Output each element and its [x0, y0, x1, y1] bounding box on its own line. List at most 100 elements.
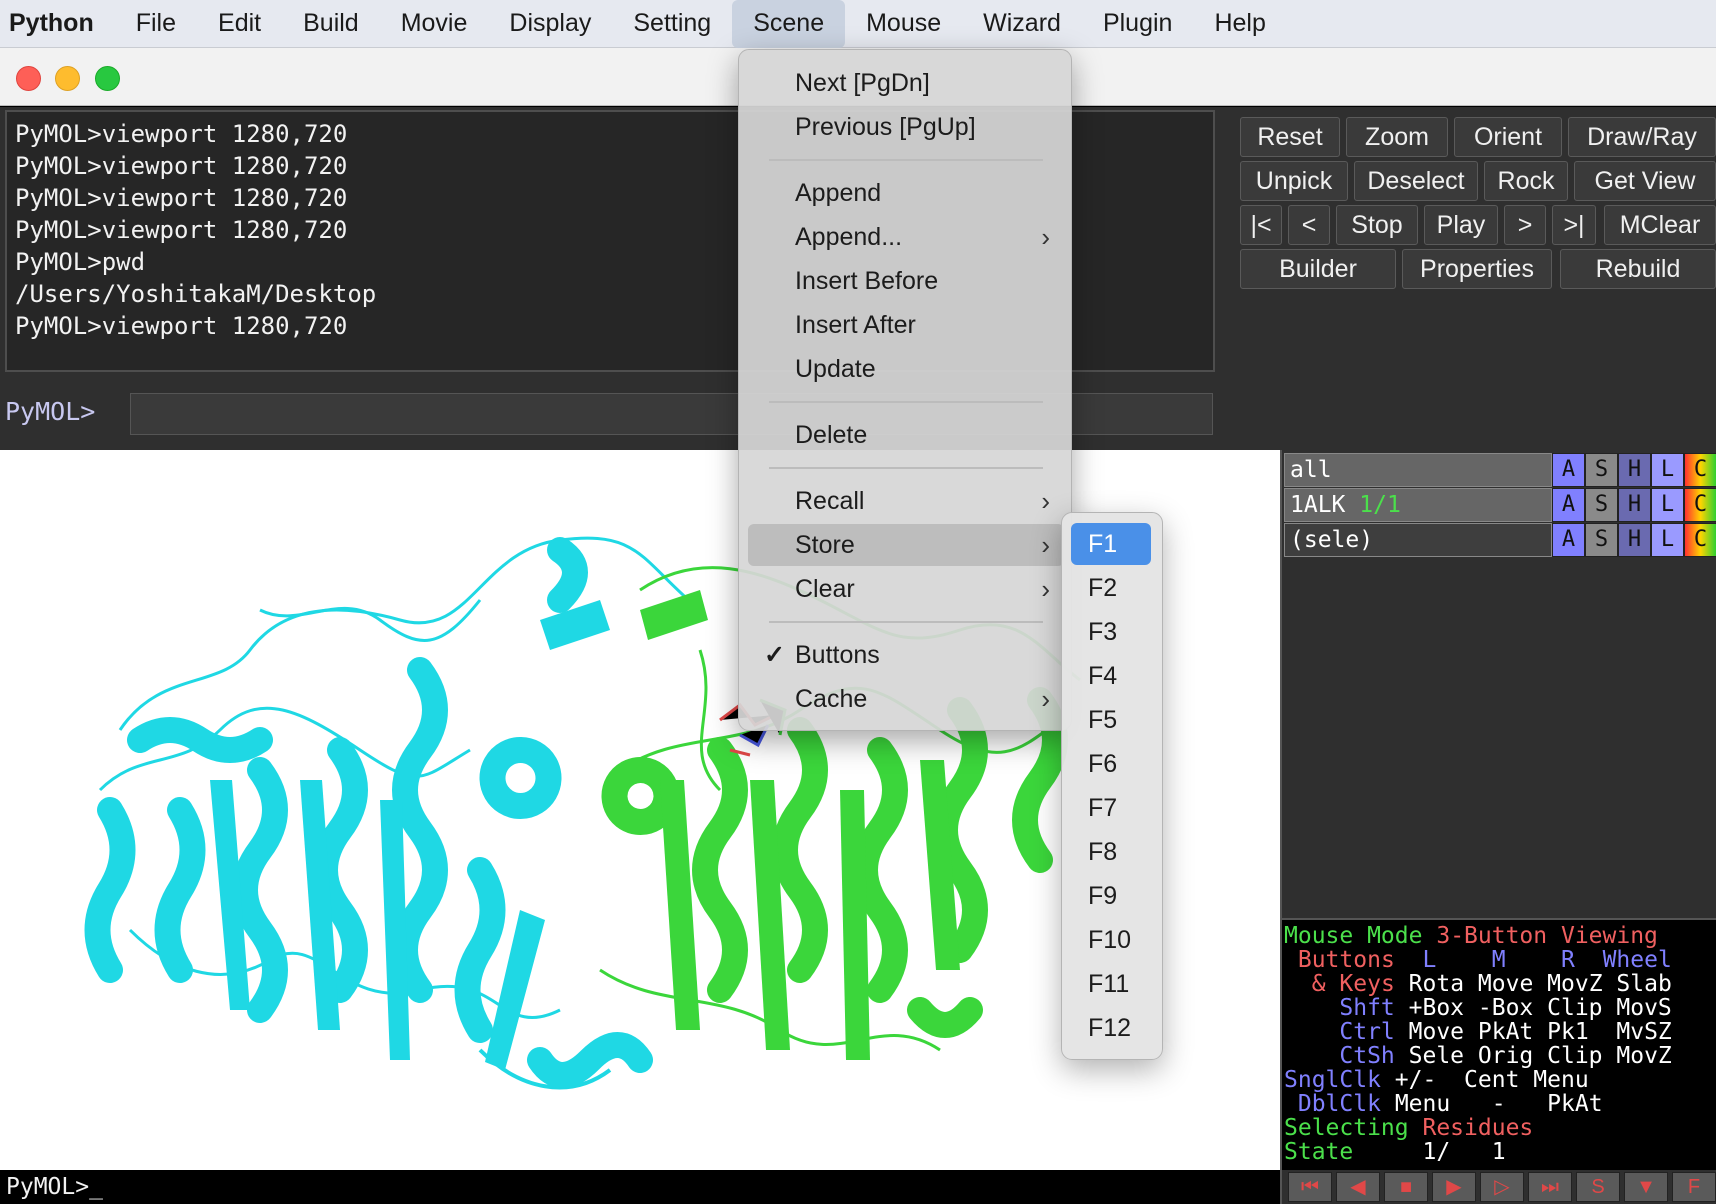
color-button[interactable]: C	[1684, 523, 1716, 557]
menu-python[interactable]: Python	[0, 0, 115, 48]
chevron-right-icon: ›	[1041, 486, 1050, 516]
object-name[interactable]: (sele)	[1284, 523, 1552, 557]
rock-button[interactable]: Rock	[1484, 161, 1568, 201]
scene-previous-item[interactable]: Previous [PgUp]	[748, 106, 1064, 148]
store-f7-item[interactable]: F7	[1071, 787, 1151, 829]
show-button[interactable]: S	[1585, 453, 1618, 487]
menu-edit[interactable]: Edit	[197, 0, 282, 48]
rewind-button[interactable]: |<	[1240, 205, 1282, 245]
store-f4-item[interactable]: F4	[1071, 655, 1151, 697]
selecting-value[interactable]: Residues	[1422, 1115, 1533, 1141]
object-name[interactable]: all	[1284, 453, 1552, 487]
action-button[interactable]: A	[1552, 488, 1585, 522]
object-row-1alk[interactable]: 1ALK 1/1 A S H L C	[1284, 488, 1716, 522]
scene-insert-after-item[interactable]: Insert After	[748, 304, 1064, 346]
scene-delete-item[interactable]: Delete	[748, 414, 1064, 456]
movie-rewind-icon[interactable]: ⏮	[1288, 1172, 1332, 1202]
menu-wizard[interactable]: Wizard	[962, 0, 1082, 48]
object-row-all[interactable]: all A S H L C	[1284, 453, 1716, 487]
forward-button[interactable]: >	[1504, 205, 1546, 245]
deselect-button[interactable]: Deselect	[1354, 161, 1478, 201]
unpick-button[interactable]: Unpick	[1240, 161, 1348, 201]
chevron-right-icon: ›	[1041, 684, 1050, 714]
object-row-sele[interactable]: (sele) A S H L C	[1284, 523, 1716, 557]
orient-button[interactable]: Orient	[1454, 117, 1562, 157]
get-view-button[interactable]: Get View	[1574, 161, 1716, 201]
scene-cache-submenu[interactable]: Cache ›	[748, 678, 1064, 720]
object-name-text: (sele)	[1290, 527, 1374, 553]
movie-play-icon[interactable]: ▶	[1432, 1172, 1476, 1202]
close-window-button[interactable]	[16, 66, 41, 91]
store-f10-item[interactable]: F10	[1071, 919, 1151, 961]
back-button[interactable]: <	[1288, 205, 1330, 245]
movie-stop-icon[interactable]: ■	[1384, 1172, 1428, 1202]
scene-recall-submenu[interactable]: Recall ›	[748, 480, 1064, 522]
menu-item-label: Cache	[795, 685, 868, 713]
mouse-cell: Menu	[1394, 1091, 1451, 1117]
movie-fullscreen-button[interactable]: F	[1672, 1172, 1716, 1202]
show-button[interactable]: S	[1585, 523, 1618, 557]
scene-insert-before-item[interactable]: Insert Before	[748, 260, 1064, 302]
color-button[interactable]: C	[1684, 453, 1716, 487]
menu-help[interactable]: Help	[1193, 0, 1286, 48]
builder-button[interactable]: Builder	[1240, 249, 1396, 289]
store-f1-item[interactable]: F1	[1071, 523, 1151, 565]
hide-button[interactable]: H	[1618, 523, 1651, 557]
menu-setting[interactable]: Setting	[612, 0, 732, 48]
scene-append-item[interactable]: Append	[748, 172, 1064, 214]
rebuild-button[interactable]: Rebuild	[1560, 249, 1716, 289]
play-button[interactable]: Play	[1424, 205, 1498, 245]
scene-buttons-toggle[interactable]: ✓ Buttons	[748, 634, 1064, 676]
store-f9-item[interactable]: F9	[1071, 875, 1151, 917]
store-f2-item[interactable]: F2	[1071, 567, 1151, 609]
hide-button[interactable]: H	[1618, 453, 1651, 487]
scene-update-item[interactable]: Update	[748, 348, 1064, 390]
mclear-button[interactable]: MClear	[1604, 205, 1716, 245]
movie-back-icon[interactable]: ◀	[1336, 1172, 1380, 1202]
header-r: R	[1561, 947, 1575, 973]
zoom-button[interactable]: Zoom	[1346, 117, 1448, 157]
zoom-window-button[interactable]	[95, 66, 120, 91]
menu-movie[interactable]: Movie	[380, 0, 489, 48]
action-button[interactable]: A	[1552, 523, 1585, 557]
movie-forward-icon[interactable]: ▷	[1480, 1172, 1524, 1202]
reset-button[interactable]: Reset	[1240, 117, 1340, 157]
scene-clear-submenu[interactable]: Clear ›	[748, 568, 1064, 610]
draw-ray-button[interactable]: Draw/Ray	[1568, 117, 1716, 157]
scene-append-submenu[interactable]: Append... ›	[748, 216, 1064, 258]
store-f3-item[interactable]: F3	[1071, 611, 1151, 653]
stop-button[interactable]: Stop	[1336, 205, 1418, 245]
menu-plugin[interactable]: Plugin	[1082, 0, 1194, 48]
end-button[interactable]: >|	[1552, 205, 1596, 245]
action-button[interactable]: A	[1552, 453, 1585, 487]
menubar: Python File Edit Build Movie Display Set…	[0, 0, 1716, 48]
movie-scene-button[interactable]: S	[1576, 1172, 1620, 1202]
store-f5-item[interactable]: F5	[1071, 699, 1151, 741]
hide-button[interactable]: H	[1618, 488, 1651, 522]
menu-item-label: Buttons	[795, 641, 880, 669]
minimize-window-button[interactable]	[55, 66, 80, 91]
properties-button[interactable]: Properties	[1402, 249, 1552, 289]
store-f6-item[interactable]: F6	[1071, 743, 1151, 785]
menu-build[interactable]: Build	[282, 0, 380, 48]
show-button[interactable]: S	[1585, 488, 1618, 522]
movie-dropdown-icon[interactable]: ▼	[1624, 1172, 1668, 1202]
mouse-mode-panel[interactable]: Mouse Mode 3-Button Viewing Buttons L M …	[1280, 918, 1716, 1170]
menu-file[interactable]: File	[115, 0, 197, 48]
store-f11-item[interactable]: F11	[1071, 963, 1151, 1005]
label-button[interactable]: L	[1651, 453, 1684, 487]
menu-mouse[interactable]: Mouse	[845, 0, 962, 48]
viewer-command-line[interactable]: PyMOL>_	[0, 1170, 1280, 1204]
label-button[interactable]: L	[1651, 488, 1684, 522]
scene-next-item[interactable]: Next [PgDn]	[748, 62, 1064, 104]
color-button[interactable]: C	[1684, 488, 1716, 522]
state-value: 1/	[1422, 1139, 1451, 1165]
label-button[interactable]: L	[1651, 523, 1684, 557]
menu-scene[interactable]: Scene	[732, 0, 846, 48]
menu-display[interactable]: Display	[488, 0, 612, 48]
object-name[interactable]: 1ALK 1/1	[1284, 488, 1552, 522]
store-f12-item[interactable]: F12	[1071, 1007, 1151, 1049]
store-f8-item[interactable]: F8	[1071, 831, 1151, 873]
scene-store-submenu[interactable]: Store ›	[748, 524, 1064, 566]
movie-end-icon[interactable]: ⏭	[1528, 1172, 1572, 1202]
